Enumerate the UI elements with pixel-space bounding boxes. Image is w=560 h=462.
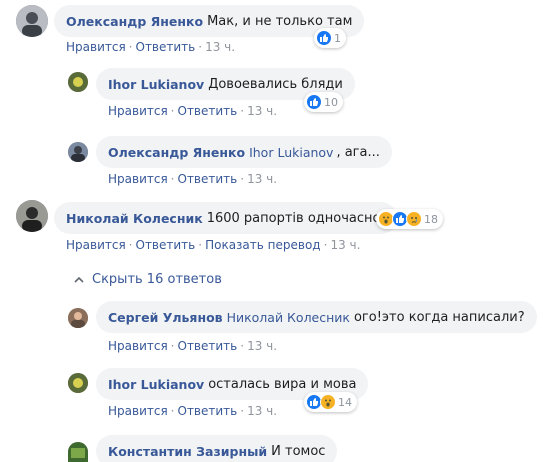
like-button[interactable]: Нравится	[108, 104, 168, 118]
avatar[interactable]	[68, 72, 88, 92]
comment-text: Мак, и не только там	[207, 13, 353, 29]
comment-author[interactable]: Константин Зазирный	[108, 444, 267, 459]
comment-text: 1600 рапортів одночасно.	[206, 210, 385, 226]
comment-actions: Нравится · Ответить · 13 ч.	[108, 339, 278, 353]
reaction-count: 14	[338, 395, 352, 409]
comment-text: ого!это когда написали?	[353, 309, 525, 325]
timestamp[interactable]: 13 ч.	[330, 238, 360, 252]
comment-actions: Нравится · Ответить · 13 ч.	[108, 104, 278, 118]
comment-author[interactable]: Ihor Lukianov	[108, 377, 204, 392]
comment-actions: Нравится · Ответить · 13 ч.	[108, 172, 278, 186]
like-button[interactable]: Нравится	[108, 339, 168, 353]
reply-button[interactable]: Ответить	[178, 172, 238, 186]
reaction-count: 10	[324, 95, 338, 109]
show-translation-button[interactable]: Показать перевод	[205, 238, 321, 252]
avatar[interactable]	[16, 200, 48, 232]
like-reaction-icon	[316, 30, 332, 46]
comment-text: осталась вира и мова	[208, 376, 357, 392]
reaction-count: 1	[334, 31, 341, 45]
reaction-summary[interactable]: 14	[304, 392, 357, 412]
mention-link[interactable]: Николай Колесник	[227, 310, 350, 325]
reply-button[interactable]: Ответить	[136, 40, 196, 54]
comment-text: Довоевались бляди	[208, 76, 343, 92]
comment-text: И томос	[271, 443, 326, 459]
timestamp[interactable]: 13 ч.	[247, 339, 277, 353]
reaction-summary[interactable]: 10	[304, 92, 343, 112]
comment-author[interactable]: Олександр Яненко	[66, 14, 203, 29]
timestamp[interactable]: 13 ч.	[205, 40, 235, 54]
mention-link[interactable]: Ihor Lukianov	[249, 145, 333, 160]
comment-text: , ага...	[336, 144, 380, 160]
avatar[interactable]	[68, 442, 88, 462]
comment-author[interactable]: Олександр Яненко	[108, 145, 245, 160]
timestamp[interactable]: 13 ч.	[247, 404, 277, 418]
comment-author[interactable]: Ihor Lukianov	[108, 77, 204, 92]
comment-bubble: Николай Колесник 1600 рапортів одночасно…	[54, 202, 397, 234]
reaction-count: 18	[424, 212, 438, 226]
comment-author[interactable]: Сергей Ульянов	[108, 310, 223, 325]
reply-button[interactable]: Ответить	[178, 339, 238, 353]
comment-bubble: Олександр Яненко Ihor Lukianov , ага...	[96, 136, 392, 168]
comment-bubble: Сергей Ульянов Николай Колесник ого!это …	[96, 301, 537, 333]
avatar[interactable]	[68, 308, 88, 328]
like-button[interactable]: Нравится	[66, 40, 126, 54]
avatar[interactable]	[68, 142, 88, 162]
reply-button[interactable]: Ответить	[178, 104, 238, 118]
hide-replies-toggle[interactable]: Скрыть 16 ответов	[74, 272, 222, 287]
comment-author[interactable]: Николай Колесник	[66, 211, 203, 226]
timestamp[interactable]: 13 ч.	[247, 172, 277, 186]
comment-actions: Нравится · Ответить · Показать перевод · 13 ч.	[66, 238, 361, 252]
reply-button[interactable]: Ответить	[178, 404, 238, 418]
timestamp[interactable]: 13 ч.	[247, 104, 277, 118]
hide-replies-label[interactable]: Скрыть 16 ответов	[92, 272, 222, 287]
comment-actions: Нравится · Ответить · 13 ч.	[66, 40, 236, 54]
wow-reaction-icon	[320, 394, 336, 410]
like-button[interactable]: Нравится	[108, 404, 168, 418]
reaction-summary[interactable]: 18	[376, 209, 443, 229]
avatar[interactable]	[16, 5, 48, 37]
like-button[interactable]: Нравится	[66, 238, 126, 252]
sad-reaction-icon	[406, 211, 422, 227]
avatar[interactable]	[68, 373, 88, 393]
comment-actions: Нравится · Ответить · 13 ч.	[108, 404, 278, 418]
like-reaction-icon	[306, 94, 322, 110]
like-button[interactable]: Нравится	[108, 172, 168, 186]
reaction-summary[interactable]: 1	[314, 28, 346, 48]
reply-button[interactable]: Ответить	[136, 238, 196, 252]
comment-bubble: Константин Зазирный И томос	[96, 435, 338, 462]
chevron-up-icon	[74, 276, 84, 283]
